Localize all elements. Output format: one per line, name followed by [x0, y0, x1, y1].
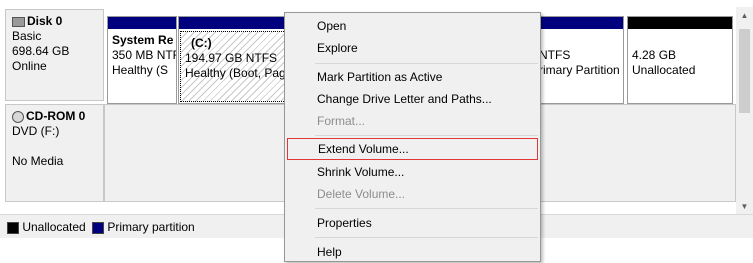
hard-disk-icon — [12, 16, 25, 27]
menu-item-delete-volume[interactable]: Delete Volume... — [285, 183, 540, 205]
menu-item-shrink-volume[interactable]: Shrink Volume... — [285, 161, 540, 183]
scroll-down-arrow-icon[interactable]: ▼ — [736, 200, 753, 214]
legend-primary: Primary partition — [92, 220, 195, 234]
menu-item-change-drive-letter[interactable]: Change Drive Letter and Paths... — [285, 88, 540, 110]
context-menu: Open Explore Mark Partition as Active Ch… — [284, 12, 541, 262]
primary-partition-bar — [108, 17, 176, 29]
scroll-thumb[interactable] — [739, 29, 750, 113]
menu-separator — [315, 63, 538, 64]
cdrom0-status: No Media — [12, 154, 64, 168]
partition-status: rimary Partition — [539, 63, 620, 77]
partition-status: Healthy (S — [112, 63, 169, 77]
disk0-size: 698.64 GB — [12, 44, 70, 58]
disk0-type: Basic — [12, 29, 42, 43]
unallocated-swatch — [7, 221, 19, 234]
vertical-scrollbar[interactable]: ▲ ▼ — [736, 7, 753, 214]
menu-separator — [315, 208, 538, 209]
legend-unallocated: Unallocated — [7, 220, 86, 234]
menu-item-explore[interactable]: Explore — [285, 37, 540, 59]
partition-size: 350 MB NTF — [112, 48, 177, 62]
disk0-label[interactable]: Disk 0 Basic 698.64 GB Online — [5, 9, 104, 101]
cdrom0-label[interactable]: CD-ROM 0 DVD (F:) No Media — [5, 104, 104, 202]
selected-hatch: (C:) 194.97 GB NTFS Healthy (Boot, Pag — [180, 31, 286, 102]
unallocated-bar — [628, 17, 732, 29]
menu-item-open[interactable]: Open — [285, 15, 540, 37]
cdrom0-name: CD-ROM 0 — [26, 109, 86, 123]
scroll-up-arrow-icon[interactable]: ▲ — [736, 9, 753, 23]
primary-swatch — [92, 221, 104, 234]
menu-separator — [315, 237, 538, 238]
menu-item-mark-active[interactable]: Mark Partition as Active — [285, 66, 540, 88]
partition-status: Unallocated — [632, 63, 696, 77]
menu-item-extend-volume[interactable]: Extend Volume... — [287, 138, 538, 160]
disk0-status: Online — [12, 59, 47, 73]
partition-name: System Re — [112, 33, 174, 47]
menu-item-format[interactable]: Format... — [285, 110, 540, 132]
legend-primary-label: Primary partition — [107, 220, 195, 234]
partition-size: 194.97 GB NTFS — [185, 51, 278, 65]
primary-partition-bar — [179, 17, 287, 29]
menu-separator — [315, 135, 538, 136]
partition-size: NTFS — [539, 48, 571, 62]
partition-status: Healthy (Boot, Pag — [185, 66, 286, 80]
legend-unallocated-label: Unallocated — [22, 220, 86, 234]
partition-name — [632, 33, 728, 48]
partition-unallocated[interactable]: 4.28 GB Unallocated — [627, 16, 733, 104]
partition-name — [539, 33, 619, 48]
partition-c-drive[interactable]: (C:) 194.97 GB NTFS Healthy (Boot, Pag — [178, 16, 288, 104]
partition-name: (C:) — [191, 36, 212, 50]
menu-item-help[interactable]: Help — [285, 241, 540, 263]
cdrom0-type: DVD (F:) — [12, 124, 60, 138]
top-frame — [0, 0, 753, 7]
disk0-name: Disk 0 — [27, 14, 63, 28]
menu-item-properties[interactable]: Properties — [285, 212, 540, 234]
partition-system-reserved[interactable]: System Re 350 MB NTF Healthy (S — [107, 16, 177, 104]
partition-size: 4.28 GB — [632, 48, 677, 62]
cd-rom-icon — [12, 110, 24, 123]
